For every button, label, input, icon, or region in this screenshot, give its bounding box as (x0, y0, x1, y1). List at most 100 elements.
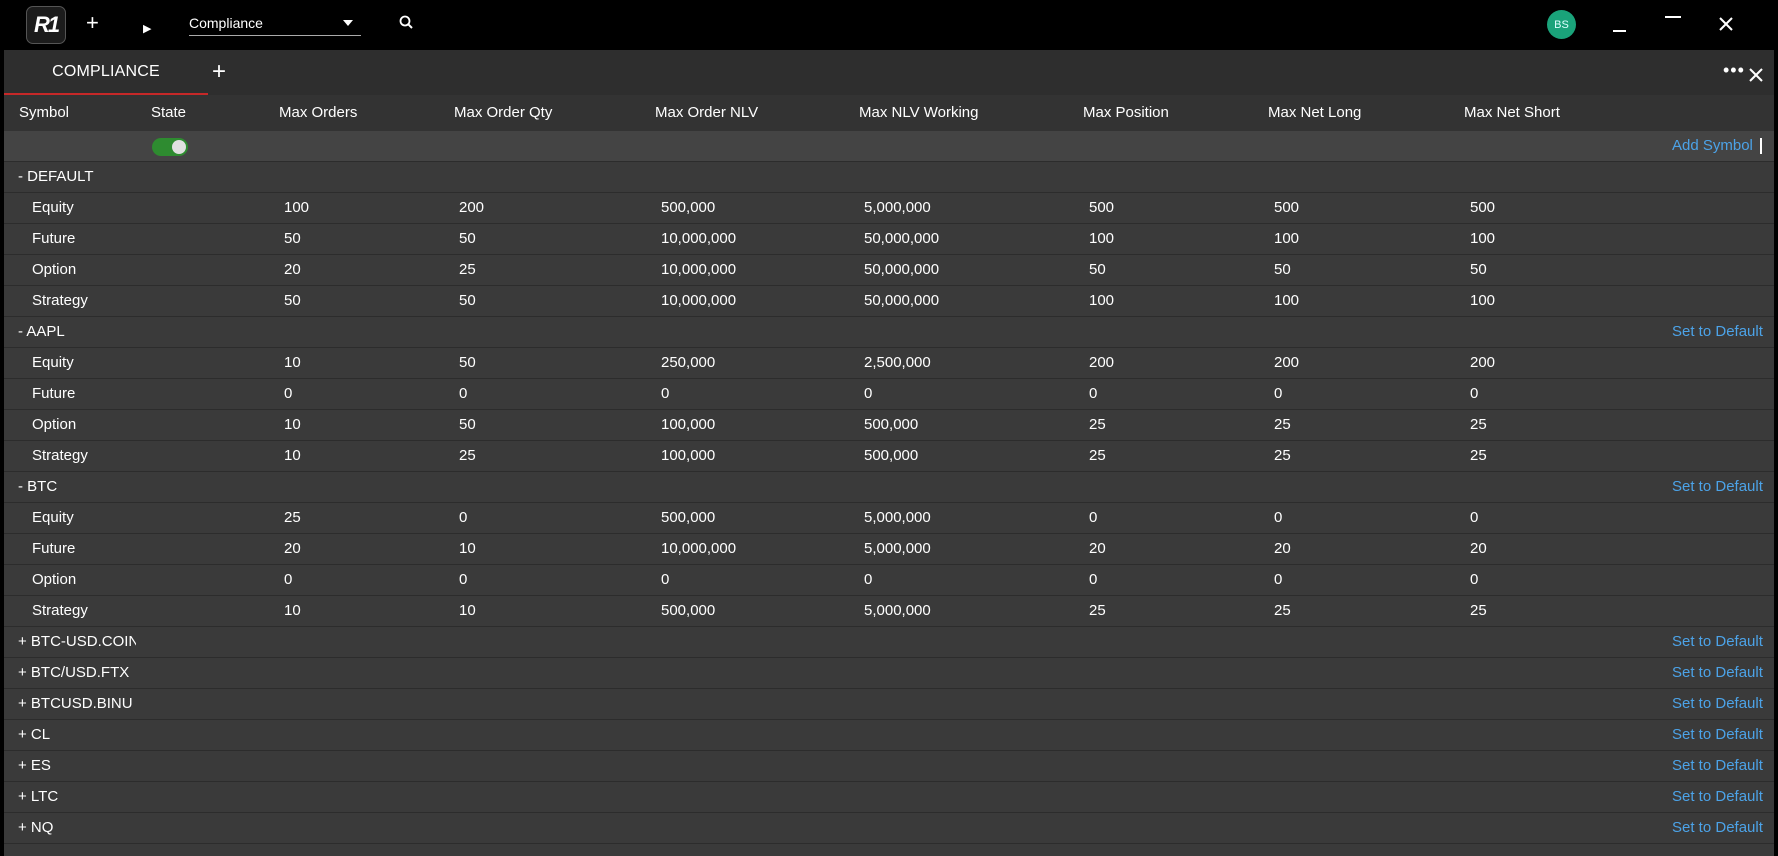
cell-max-orders[interactable]: 20 (284, 261, 301, 278)
table-row[interactable]: Equity 25 0 500,000 5,000,000 0 0 0 (4, 503, 1774, 534)
col-max-net-short[interactable]: Max Net Short (1464, 104, 1560, 121)
col-max-nlv-working[interactable]: Max NLV Working (859, 104, 978, 121)
cell-max-order-qty[interactable]: 25 (459, 261, 476, 278)
cell-max-position[interactable]: 0 (1089, 571, 1097, 588)
cell-max-net-short[interactable]: 0 (1470, 385, 1478, 402)
cell-max-nlv-working[interactable]: 50,000,000 (864, 261, 939, 278)
table-row[interactable]: Equity 10 50 250,000 2,500,000 200 200 200 (4, 348, 1774, 379)
cell-max-position[interactable]: 25 (1089, 602, 1106, 619)
cell-max-net-short[interactable]: 500 (1470, 199, 1495, 216)
cell-max-orders[interactable]: 25 (284, 509, 301, 526)
set-to-default-link[interactable]: Set to Default (1672, 788, 1763, 805)
cell-max-position[interactable]: 0 (1089, 509, 1097, 526)
cell-max-order-nlv[interactable]: 10,000,000 (661, 230, 736, 247)
table-row[interactable]: Option 0 0 0 0 0 0 0 (4, 565, 1774, 596)
cell-max-net-long[interactable]: 25 (1274, 602, 1291, 619)
symbol-group-row[interactable]: + BTC-USD.COIN Set to Default (4, 627, 1774, 658)
cell-max-order-nlv[interactable]: 500,000 (661, 602, 715, 619)
add-icon[interactable]: + (86, 10, 99, 36)
cell-max-nlv-working[interactable]: 50,000,000 (864, 292, 939, 309)
close-window-icon[interactable] (1716, 14, 1736, 34)
cell-max-nlv-working[interactable]: 5,000,000 (864, 540, 931, 557)
set-to-default-link[interactable]: Set to Default (1672, 819, 1763, 836)
cell-max-orders[interactable]: 10 (284, 447, 301, 464)
cell-max-position[interactable]: 500 (1089, 199, 1114, 216)
cell-max-net-short[interactable]: 25 (1470, 416, 1487, 433)
workspace-select[interactable]: Compliance (189, 11, 361, 36)
cell-max-net-long[interactable]: 500 (1274, 199, 1299, 216)
set-to-default-link[interactable]: Set to Default (1672, 695, 1763, 712)
cell-max-order-qty[interactable]: 0 (459, 385, 467, 402)
set-to-default-link[interactable]: Set to Default (1672, 633, 1763, 650)
cell-max-nlv-working[interactable]: 5,000,000 (864, 602, 931, 619)
cell-max-net-long[interactable]: 25 (1274, 416, 1291, 433)
symbol-group-label[interactable]: + BTC-USD.COIN (18, 633, 136, 650)
table-row[interactable]: Future 50 50 10,000,000 50,000,000 100 100 100 (4, 224, 1774, 255)
cell-max-net-long[interactable]: 100 (1274, 292, 1299, 309)
add-tab-icon[interactable]: + (212, 60, 226, 84)
cell-max-nlv-working[interactable]: 5,000,000 (864, 199, 931, 216)
table-row[interactable]: Strategy 10 10 500,000 5,000,000 25 25 25 (4, 596, 1774, 627)
add-symbol-link[interactable]: Add Symbol (1672, 137, 1753, 154)
cell-max-nlv-working[interactable]: 2,500,000 (864, 354, 931, 371)
maximize-icon[interactable] (1665, 16, 1681, 18)
cell-max-order-nlv[interactable]: 10,000,000 (661, 540, 736, 557)
col-symbol[interactable]: Symbol (19, 104, 69, 121)
cell-max-order-nlv[interactable]: 250,000 (661, 354, 715, 371)
cell-max-position[interactable]: 100 (1089, 292, 1114, 309)
col-max-order-qty[interactable]: Max Order Qty (454, 104, 552, 121)
col-max-order-nlv[interactable]: Max Order NLV (655, 104, 758, 121)
table-row[interactable]: Option 20 25 10,000,000 50,000,000 50 50 50 (4, 255, 1774, 286)
col-max-net-long[interactable]: Max Net Long (1268, 104, 1361, 121)
col-max-position[interactable]: Max Position (1083, 104, 1169, 121)
cell-max-orders[interactable]: 10 (284, 416, 301, 433)
cell-max-position[interactable]: 20 (1089, 540, 1106, 557)
play-arrow-icon[interactable]: ▶ (143, 16, 151, 42)
cell-max-net-long[interactable]: 100 (1274, 230, 1299, 247)
cell-max-order-nlv[interactable]: 10,000,000 (661, 292, 736, 309)
col-max-orders[interactable]: Max Orders (279, 104, 357, 121)
set-to-default-link[interactable]: Set to Default (1672, 757, 1763, 774)
cell-max-orders[interactable]: 0 (284, 385, 292, 402)
symbol-group-row[interactable]: + NQ Set to Default (4, 813, 1774, 844)
symbol-group-label[interactable]: + LTC (18, 788, 136, 805)
cell-max-orders[interactable]: 50 (284, 230, 301, 247)
cell-max-orders[interactable]: 50 (284, 292, 301, 309)
symbol-group-row[interactable]: - AAPL Set to Default (4, 317, 1774, 348)
cell-max-order-qty[interactable]: 25 (459, 447, 476, 464)
cell-max-order-qty[interactable]: 50 (459, 292, 476, 309)
set-to-default-link[interactable]: Set to Default (1672, 726, 1763, 743)
cell-max-orders[interactable]: 0 (284, 571, 292, 588)
set-to-default-link[interactable]: Set to Default (1672, 664, 1763, 681)
cell-max-net-long[interactable]: 200 (1274, 354, 1299, 371)
cell-max-net-short[interactable]: 0 (1470, 509, 1478, 526)
cell-max-order-nlv[interactable]: 500,000 (661, 199, 715, 216)
minimize-icon[interactable] (1613, 30, 1626, 32)
cell-max-net-long[interactable]: 50 (1274, 261, 1291, 278)
table-row[interactable]: Equity 100 200 500,000 5,000,000 500 500 500 (4, 193, 1774, 224)
more-options-icon[interactable]: ••• (1723, 60, 1745, 81)
symbol-group-row[interactable]: + LTC Set to Default (4, 782, 1774, 813)
tab-compliance[interactable]: COMPLIANCE (4, 50, 208, 96)
table-row[interactable]: Strategy 50 50 10,000,000 50,000,000 100 100 10… (4, 286, 1774, 317)
cell-max-order-qty[interactable]: 10 (459, 602, 476, 619)
cell-max-nlv-working[interactable]: 5,000,000 (864, 509, 931, 526)
cell-max-order-qty[interactable]: 50 (459, 230, 476, 247)
symbol-group-row[interactable]: - BTC Set to Default (4, 472, 1774, 503)
cell-max-net-short[interactable]: 20 (1470, 540, 1487, 557)
state-toggle[interactable] (152, 138, 188, 156)
symbol-group-row[interactable]: + CL Set to Default (4, 720, 1774, 751)
cell-max-position[interactable]: 50 (1089, 261, 1106, 278)
cell-max-net-short[interactable]: 100 (1470, 292, 1495, 309)
cell-max-order-qty[interactable]: 0 (459, 571, 467, 588)
cell-max-position[interactable]: 0 (1089, 385, 1097, 402)
cell-max-orders[interactable]: 10 (284, 602, 301, 619)
table-row[interactable]: Future 0 0 0 0 0 0 0 (4, 379, 1774, 410)
symbol-group-label[interactable]: - AAPL (18, 323, 136, 340)
cell-max-order-qty[interactable]: 50 (459, 416, 476, 433)
cell-max-order-nlv[interactable]: 10,000,000 (661, 261, 736, 278)
symbol-group-label[interactable]: - BTC (18, 478, 136, 495)
cell-max-nlv-working[interactable]: 500,000 (864, 447, 918, 464)
cell-max-position[interactable]: 25 (1089, 416, 1106, 433)
cell-max-order-nlv[interactable]: 100,000 (661, 416, 715, 433)
